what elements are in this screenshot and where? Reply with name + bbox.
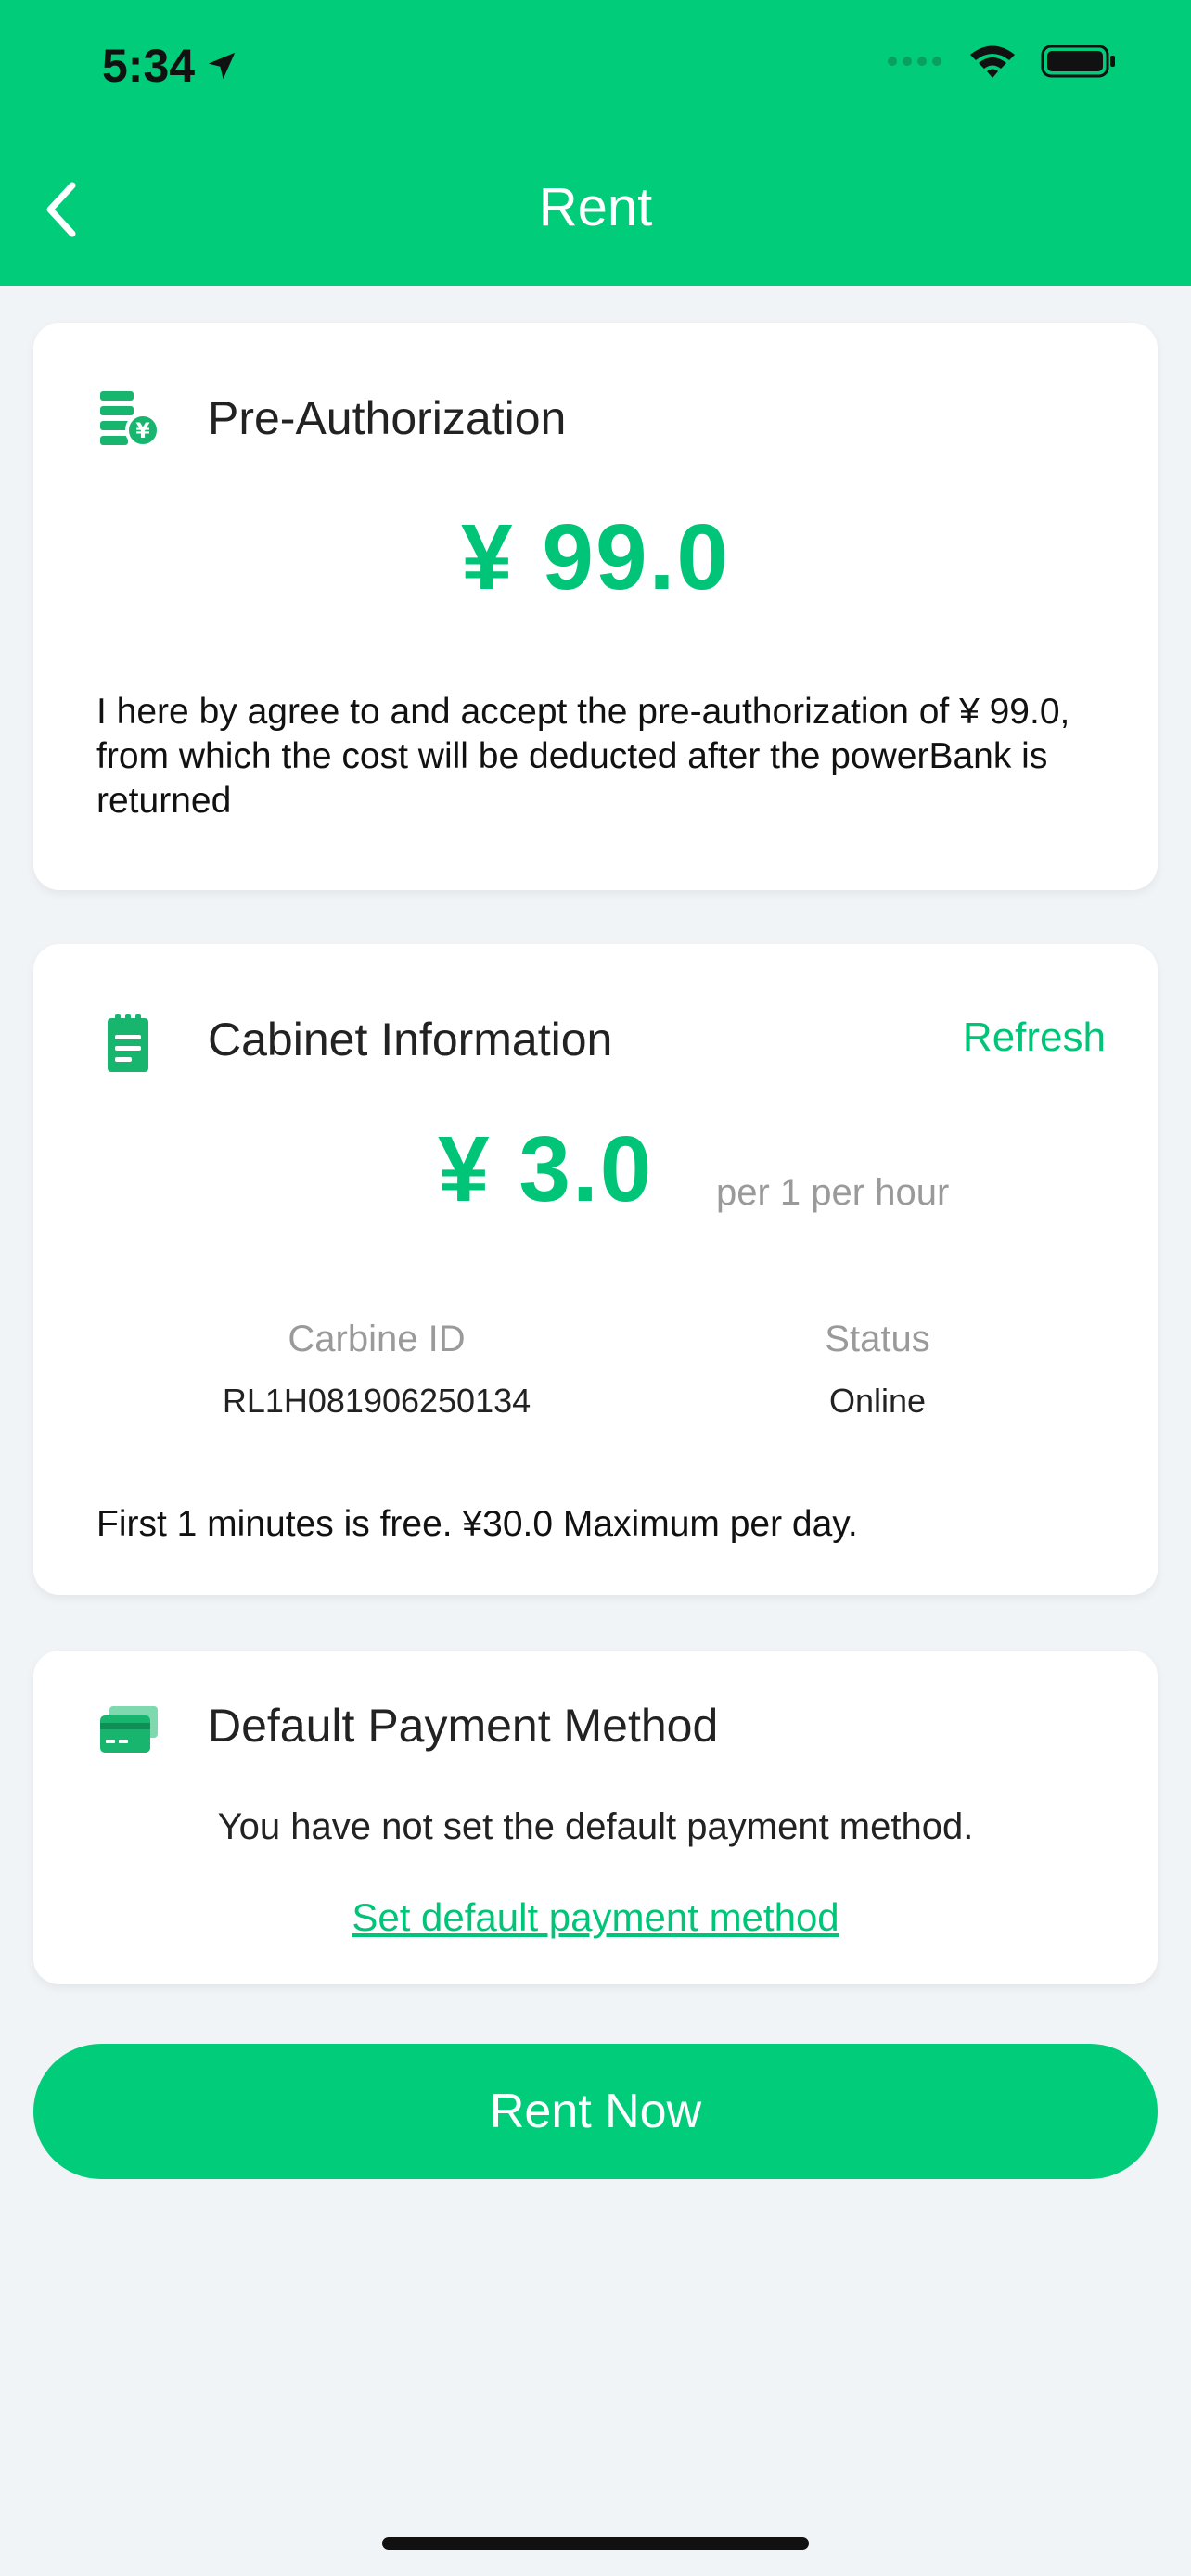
credit-card-icon [100,1706,158,1753]
battery-icon [1041,45,1115,78]
pre-authorization-agreement: I here by agree to and accept the pre-au… [96,692,1070,821]
payment-method-title: Default Payment Method [208,1700,719,1752]
clipboard-list-icon [108,1014,148,1072]
wifi-icon [970,45,1015,78]
pricing-note: First 1 minutes is free. ¥30.0 Maximum p… [96,1504,858,1544]
pre-authorization-card: ¥ Pre-Authorization ¥ 99.0 I here by agr… [33,323,1158,890]
status-time: 5:34 [102,39,239,93]
hourly-price: ¥ 3.0 [438,1117,654,1221]
cabinet-information-title: Cabinet Information [208,1014,613,1065]
home-indicator [382,2537,809,2550]
refresh-button[interactable]: Refresh [963,1014,1106,1061]
carbine-id-label: Carbine ID [288,1319,466,1359]
location-arrow-icon [208,52,236,80]
set-default-payment-link[interactable]: Set default payment method [33,1895,1158,1940]
payment-method-card: Default Payment Method You have not set … [33,1651,1158,1984]
status-value: Online [828,1382,927,1420]
pre-authorization-amount: ¥ 99.0 [460,505,731,609]
svg-text:¥: ¥ [135,420,150,443]
payment-method-message: You have not set the default payment met… [217,1806,974,1847]
page-title: Rent [538,177,653,237]
status-indicators [887,43,1117,80]
cellular-signal-icon [888,57,941,66]
pre-authorization-title: Pre-Authorization [208,392,567,444]
price-unit: per 1 per hour [716,1172,950,1213]
status-time-text: 5:34 [102,40,196,92]
nav-bar: 5:34 Rent [0,0,1191,286]
coins-yuan-icon: ¥ [100,391,160,448]
status-label: Status [825,1319,930,1359]
cabinet-information-card: Cabinet Information Refresh ¥ 3.0 per 1 … [33,944,1158,1595]
carbine-id-value: RL1H081906250134 [222,1382,531,1420]
rent-now-button[interactable]: Rent Now [33,2044,1158,2179]
